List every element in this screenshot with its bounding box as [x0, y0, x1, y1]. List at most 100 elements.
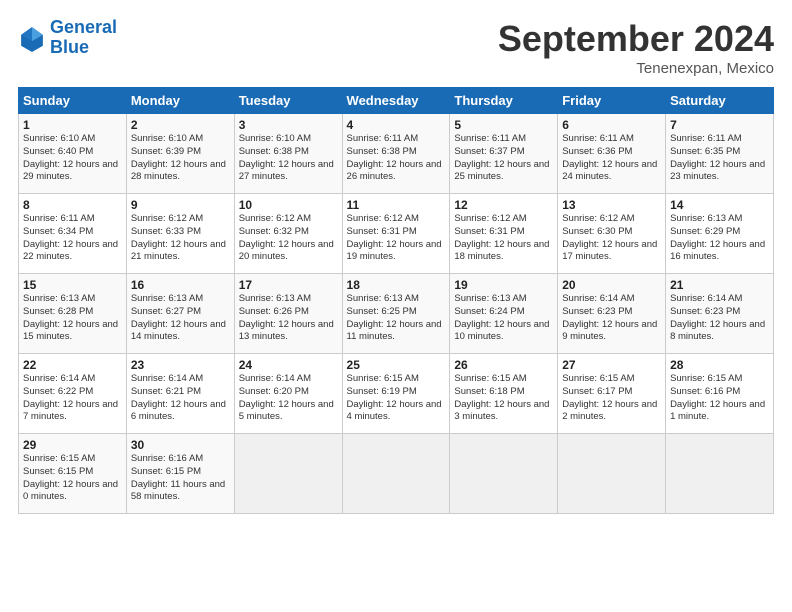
day-number: 26: [454, 358, 553, 372]
calendar-cell: 10Sunrise: 6:12 AMSunset: 6:32 PMDayligh…: [234, 194, 342, 274]
day-number: 28: [670, 358, 769, 372]
calendar-cell: 7Sunrise: 6:11 AMSunset: 6:35 PMDaylight…: [666, 114, 774, 194]
col-saturday: Saturday: [666, 88, 774, 114]
day-number: 16: [131, 278, 230, 292]
calendar-cell: [558, 434, 666, 514]
calendar-cell: 13Sunrise: 6:12 AMSunset: 6:30 PMDayligh…: [558, 194, 666, 274]
day-info: Sunrise: 6:12 AMSunset: 6:33 PMDaylight:…: [131, 213, 230, 264]
day-info: Sunrise: 6:11 AMSunset: 6:38 PMDaylight:…: [347, 133, 446, 184]
calendar-cell: 12Sunrise: 6:12 AMSunset: 6:31 PMDayligh…: [450, 194, 558, 274]
day-info: Sunrise: 6:14 AMSunset: 6:20 PMDaylight:…: [239, 373, 338, 424]
calendar-cell: 15Sunrise: 6:13 AMSunset: 6:28 PMDayligh…: [19, 274, 127, 354]
day-info: Sunrise: 6:14 AMSunset: 6:22 PMDaylight:…: [23, 373, 122, 424]
col-wednesday: Wednesday: [342, 88, 450, 114]
col-sunday: Sunday: [19, 88, 127, 114]
day-info: Sunrise: 6:13 AMSunset: 6:24 PMDaylight:…: [454, 293, 553, 344]
day-number: 30: [131, 438, 230, 452]
calendar-cell: 9Sunrise: 6:12 AMSunset: 6:33 PMDaylight…: [126, 194, 234, 274]
day-info: Sunrise: 6:14 AMSunset: 6:23 PMDaylight:…: [562, 293, 661, 344]
title-area: September 2024 Tenenexpan, Mexico: [498, 18, 774, 77]
calendar-week-2: 8Sunrise: 6:11 AMSunset: 6:34 PMDaylight…: [19, 194, 774, 274]
day-number: 20: [562, 278, 661, 292]
day-number: 24: [239, 358, 338, 372]
day-info: Sunrise: 6:11 AMSunset: 6:34 PMDaylight:…: [23, 213, 122, 264]
day-info: Sunrise: 6:15 AMSunset: 6:15 PMDaylight:…: [23, 453, 122, 504]
col-monday: Monday: [126, 88, 234, 114]
calendar-cell: 2Sunrise: 6:10 AMSunset: 6:39 PMDaylight…: [126, 114, 234, 194]
day-number: 3: [239, 118, 338, 132]
calendar: Sunday Monday Tuesday Wednesday Thursday…: [18, 87, 774, 514]
calendar-cell: 8Sunrise: 6:11 AMSunset: 6:34 PMDaylight…: [19, 194, 127, 274]
day-number: 14: [670, 198, 769, 212]
calendar-cell: [666, 434, 774, 514]
day-number: 15: [23, 278, 122, 292]
day-info: Sunrise: 6:10 AMSunset: 6:38 PMDaylight:…: [239, 133, 338, 184]
calendar-cell: 16Sunrise: 6:13 AMSunset: 6:27 PMDayligh…: [126, 274, 234, 354]
day-number: 17: [239, 278, 338, 292]
calendar-cell: 24Sunrise: 6:14 AMSunset: 6:20 PMDayligh…: [234, 354, 342, 434]
day-number: 5: [454, 118, 553, 132]
day-number: 1: [23, 118, 122, 132]
calendar-cell: 11Sunrise: 6:12 AMSunset: 6:31 PMDayligh…: [342, 194, 450, 274]
day-info: Sunrise: 6:15 AMSunset: 6:17 PMDaylight:…: [562, 373, 661, 424]
calendar-cell: 21Sunrise: 6:14 AMSunset: 6:23 PMDayligh…: [666, 274, 774, 354]
logo: General Blue: [18, 18, 117, 58]
day-info: Sunrise: 6:13 AMSunset: 6:28 PMDaylight:…: [23, 293, 122, 344]
col-thursday: Thursday: [450, 88, 558, 114]
calendar-cell: 6Sunrise: 6:11 AMSunset: 6:36 PMDaylight…: [558, 114, 666, 194]
day-info: Sunrise: 6:13 AMSunset: 6:25 PMDaylight:…: [347, 293, 446, 344]
day-info: Sunrise: 6:13 AMSunset: 6:27 PMDaylight:…: [131, 293, 230, 344]
calendar-week-5: 29Sunrise: 6:15 AMSunset: 6:15 PMDayligh…: [19, 434, 774, 514]
day-info: Sunrise: 6:12 AMSunset: 6:32 PMDaylight:…: [239, 213, 338, 264]
day-info: Sunrise: 6:11 AMSunset: 6:36 PMDaylight:…: [562, 133, 661, 184]
day-info: Sunrise: 6:11 AMSunset: 6:37 PMDaylight:…: [454, 133, 553, 184]
day-number: 22: [23, 358, 122, 372]
day-info: Sunrise: 6:11 AMSunset: 6:35 PMDaylight:…: [670, 133, 769, 184]
calendar-cell: 29Sunrise: 6:15 AMSunset: 6:15 PMDayligh…: [19, 434, 127, 514]
calendar-cell: 28Sunrise: 6:15 AMSunset: 6:16 PMDayligh…: [666, 354, 774, 434]
col-friday: Friday: [558, 88, 666, 114]
day-number: 7: [670, 118, 769, 132]
day-info: Sunrise: 6:16 AMSunset: 6:15 PMDaylight:…: [131, 453, 230, 504]
header: General Blue September 2024 Tenenexpan, …: [18, 18, 774, 77]
day-number: 12: [454, 198, 553, 212]
calendar-cell: [342, 434, 450, 514]
day-number: 4: [347, 118, 446, 132]
calendar-cell: 30Sunrise: 6:16 AMSunset: 6:15 PMDayligh…: [126, 434, 234, 514]
col-tuesday: Tuesday: [234, 88, 342, 114]
day-info: Sunrise: 6:15 AMSunset: 6:19 PMDaylight:…: [347, 373, 446, 424]
calendar-cell: 5Sunrise: 6:11 AMSunset: 6:37 PMDaylight…: [450, 114, 558, 194]
day-info: Sunrise: 6:14 AMSunset: 6:21 PMDaylight:…: [131, 373, 230, 424]
day-number: 27: [562, 358, 661, 372]
day-number: 9: [131, 198, 230, 212]
day-number: 23: [131, 358, 230, 372]
calendar-cell: [450, 434, 558, 514]
day-info: Sunrise: 6:12 AMSunset: 6:31 PMDaylight:…: [347, 213, 446, 264]
day-info: Sunrise: 6:12 AMSunset: 6:31 PMDaylight:…: [454, 213, 553, 264]
calendar-cell: 25Sunrise: 6:15 AMSunset: 6:19 PMDayligh…: [342, 354, 450, 434]
calendar-cell: 1Sunrise: 6:10 AMSunset: 6:40 PMDaylight…: [19, 114, 127, 194]
calendar-cell: 14Sunrise: 6:13 AMSunset: 6:29 PMDayligh…: [666, 194, 774, 274]
day-number: 2: [131, 118, 230, 132]
calendar-cell: 19Sunrise: 6:13 AMSunset: 6:24 PMDayligh…: [450, 274, 558, 354]
day-info: Sunrise: 6:15 AMSunset: 6:18 PMDaylight:…: [454, 373, 553, 424]
calendar-cell: 26Sunrise: 6:15 AMSunset: 6:18 PMDayligh…: [450, 354, 558, 434]
day-number: 10: [239, 198, 338, 212]
day-info: Sunrise: 6:15 AMSunset: 6:16 PMDaylight:…: [670, 373, 769, 424]
logo-text: General Blue: [50, 18, 117, 58]
day-number: 18: [347, 278, 446, 292]
calendar-cell: 18Sunrise: 6:13 AMSunset: 6:25 PMDayligh…: [342, 274, 450, 354]
calendar-cell: [234, 434, 342, 514]
calendar-cell: 27Sunrise: 6:15 AMSunset: 6:17 PMDayligh…: [558, 354, 666, 434]
calendar-cell: 23Sunrise: 6:14 AMSunset: 6:21 PMDayligh…: [126, 354, 234, 434]
calendar-cell: 17Sunrise: 6:13 AMSunset: 6:26 PMDayligh…: [234, 274, 342, 354]
logo-line1: General: [50, 17, 117, 37]
calendar-cell: 22Sunrise: 6:14 AMSunset: 6:22 PMDayligh…: [19, 354, 127, 434]
day-info: Sunrise: 6:13 AMSunset: 6:29 PMDaylight:…: [670, 213, 769, 264]
day-info: Sunrise: 6:13 AMSunset: 6:26 PMDaylight:…: [239, 293, 338, 344]
page: General Blue September 2024 Tenenexpan, …: [0, 0, 792, 612]
location: Tenenexpan, Mexico: [498, 60, 774, 77]
logo-icon: [18, 24, 46, 52]
calendar-cell: 4Sunrise: 6:11 AMSunset: 6:38 PMDaylight…: [342, 114, 450, 194]
day-number: 6: [562, 118, 661, 132]
